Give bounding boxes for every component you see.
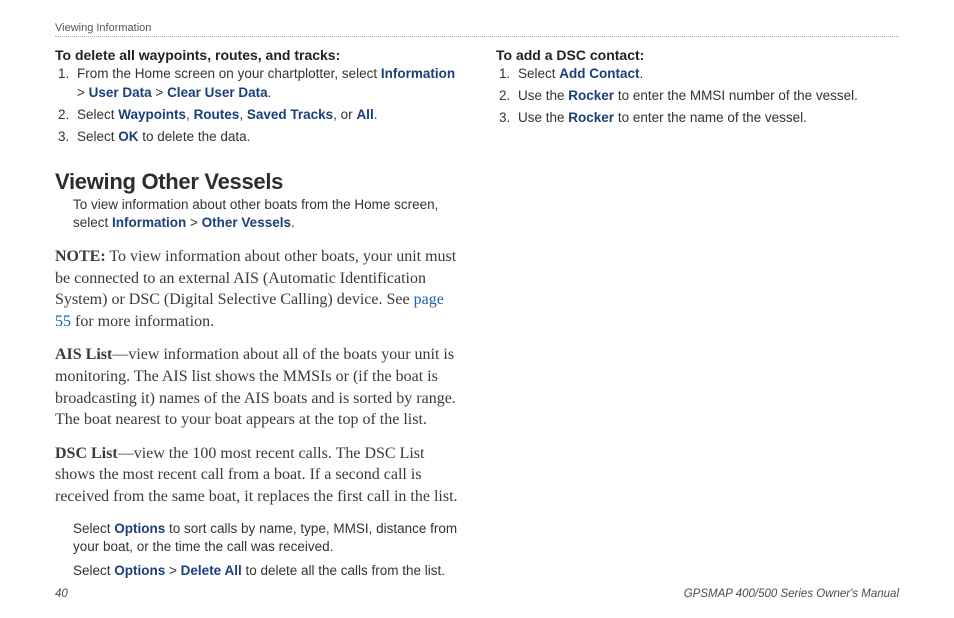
keyword-other-vessels: Other Vessels [202,215,291,230]
keyword-options: Options [114,521,165,536]
page-number: 40 [55,588,68,600]
text: . [268,85,272,100]
delete-instructions-title: To delete all waypoints, routes, and tra… [55,47,458,63]
note-label: NOTE: [55,248,106,265]
text: to enter the name of the vessel. [614,110,807,125]
text: Select [518,66,559,81]
delete-steps: From the Home screen on your chartplotte… [55,65,458,147]
section-title-viewing-other-vessels: Viewing Other Vessels [55,169,458,195]
text: Use the [518,88,568,103]
text: . [640,66,644,81]
text: to delete the data. [139,129,251,144]
content-columns: To delete all waypoints, routes, and tra… [55,47,899,586]
add-contact-title: To add a DSC contact: [496,47,899,63]
text: From the Home screen on your chartplotte… [77,66,381,81]
text: Select [77,107,118,122]
dsc-sub-options: Select Options to sort calls by name, ty… [55,520,458,556]
keyword-waypoints: Waypoints [118,107,186,122]
text: , [239,107,247,122]
keyword-add-contact: Add Contact [559,66,639,81]
text: > [77,85,89,100]
step-2: Use the Rocker to enter the MMSI number … [514,87,899,106]
note-paragraph: NOTE: To view information about other bo… [55,246,458,332]
keyword-information: Information [112,215,186,230]
ais-list-paragraph: AIS List—view information about all of t… [55,344,458,430]
text: Use the [518,110,568,125]
keyword-ok: OK [118,129,138,144]
step-3: Use the Rocker to enter the name of the … [514,109,899,128]
right-column: To add a DSC contact: Select Add Contact… [496,47,899,586]
step-2: Select Waypoints, Routes, Saved Tracks, … [73,106,458,125]
text: to enter the MMSI number of the vessel. [614,88,858,103]
keyword-options: Options [114,563,165,578]
keyword-delete-all: Delete All [181,563,242,578]
dsc-list-paragraph: DSC List—view the 100 most recent calls.… [55,443,458,508]
keyword-all: All [356,107,373,122]
add-contact-steps: Select Add Contact. Use the Rocker to en… [496,65,899,128]
keyword-saved-tracks: Saved Tracks [247,107,333,122]
section-header: Viewing Information [55,22,899,37]
keyword-information: Information [381,66,455,81]
keyword-rocker: Rocker [568,88,614,103]
text: . [291,215,295,230]
dsc-list-label: DSC List [55,445,118,462]
step-1: From the Home screen on your chartplotte… [73,65,458,103]
left-column: To delete all waypoints, routes, and tra… [55,47,458,586]
text: —view information about all of the boats… [55,346,456,428]
keyword-routes: Routes [194,107,240,122]
text: > [152,85,167,100]
keyword-clear-user-data: Clear User Data [167,85,268,100]
page-footer: 40 GPSMAP 400/500 Series Owner's Manual [55,588,899,600]
text: Select [73,563,114,578]
dsc-sub-delete: Select Options > Delete All to delete al… [55,562,458,580]
text: to delete all the calls from the list. [242,563,445,578]
text: , or [333,107,356,122]
text: for more information. [71,313,214,330]
section-intro: To view information about other boats fr… [55,196,458,232]
step-1: Select Add Contact. [514,65,899,84]
keyword-rocker: Rocker [568,110,614,125]
text: > [165,563,180,578]
text: > [186,215,201,230]
keyword-user-data: User Data [89,85,152,100]
text: . [374,107,378,122]
text: To view information about other boats, y… [55,248,456,308]
text: Select [77,129,118,144]
text: , [186,107,194,122]
text: Select [73,521,114,536]
manual-title: GPSMAP 400/500 Series Owner's Manual [684,588,899,600]
step-3: Select OK to delete the data. [73,128,458,147]
ais-list-label: AIS List [55,346,112,363]
